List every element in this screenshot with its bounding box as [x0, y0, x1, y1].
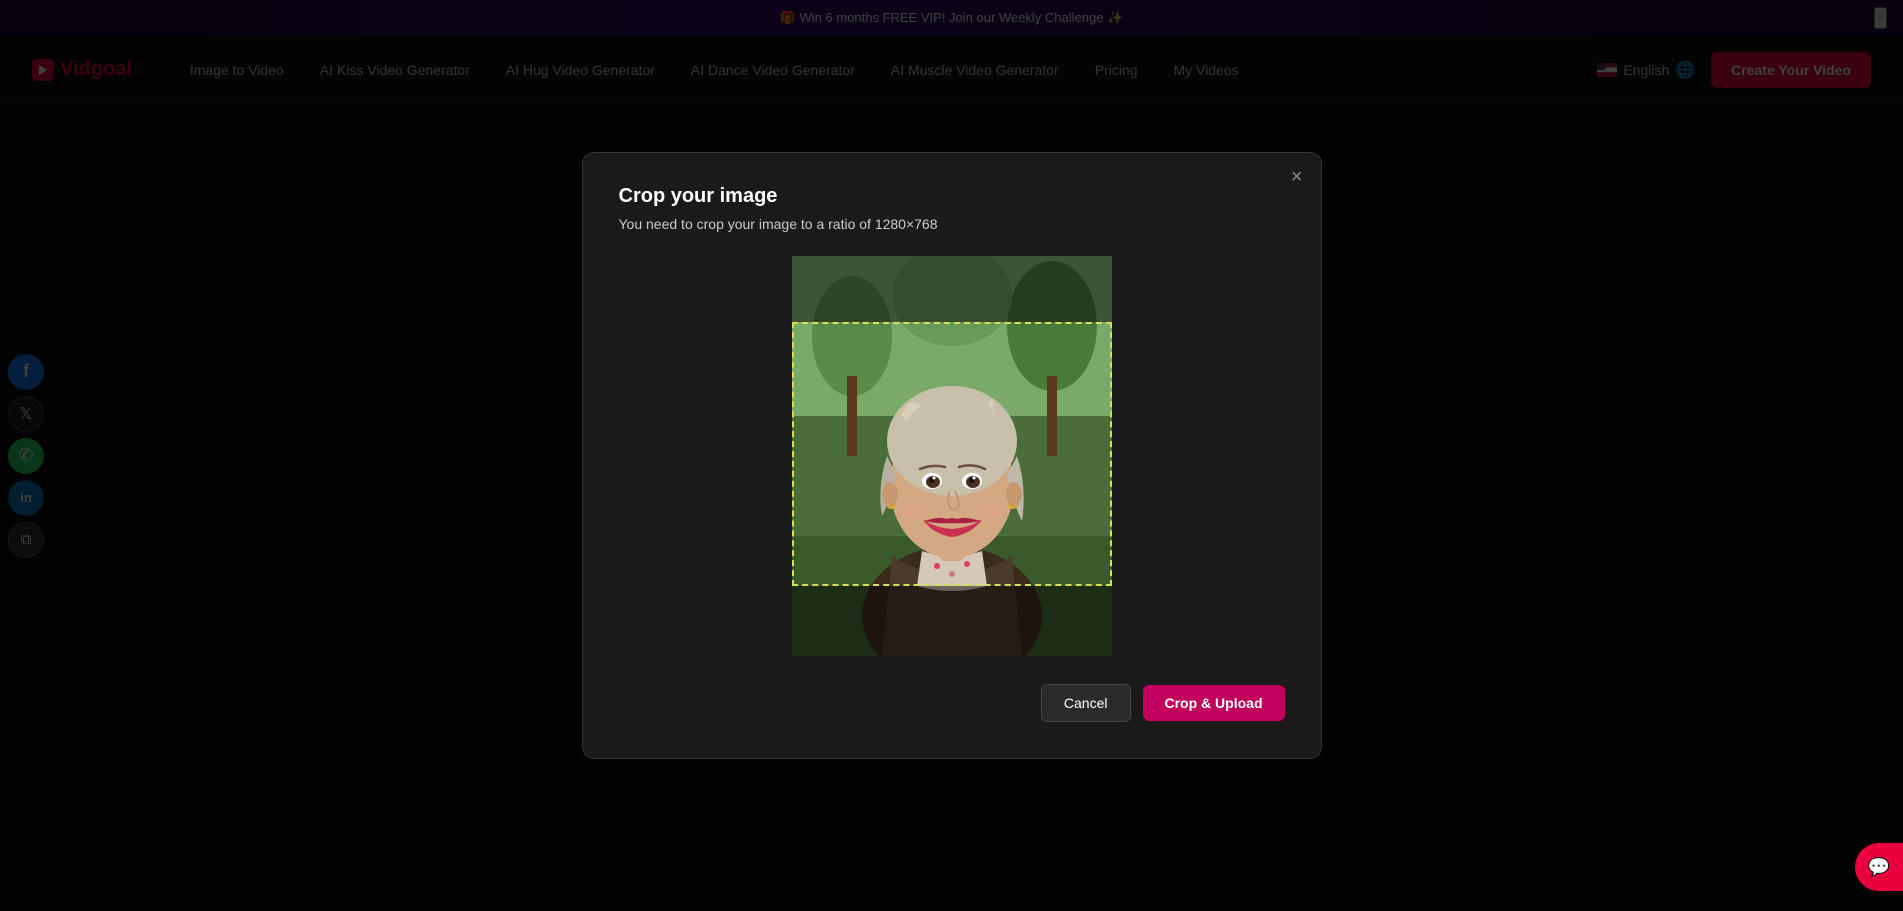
crop-dark-top	[792, 256, 1112, 322]
crop-overlay	[792, 256, 1112, 656]
crop-selection-rect[interactable]	[792, 322, 1112, 586]
modal-overlay: × Crop your image You need to crop your …	[0, 0, 1903, 911]
crop-container	[619, 256, 1285, 656]
chat-bubble[interactable]: 💬	[1855, 843, 1903, 891]
modal-close-button[interactable]: ×	[1291, 167, 1303, 187]
crop-dark-bottom	[792, 586, 1112, 656]
crop-image-wrapper[interactable]	[792, 256, 1112, 656]
crop-upload-button[interactable]: Crop & Upload	[1143, 685, 1285, 721]
cancel-button[interactable]: Cancel	[1041, 684, 1131, 722]
crop-modal: × Crop your image You need to crop your …	[582, 152, 1322, 759]
chat-icon: 💬	[1868, 857, 1890, 878]
modal-footer: Cancel Crop & Upload	[619, 684, 1285, 722]
modal-subtitle: You need to crop your image to a ratio o…	[619, 216, 1285, 232]
modal-title: Crop your image	[619, 185, 1285, 208]
